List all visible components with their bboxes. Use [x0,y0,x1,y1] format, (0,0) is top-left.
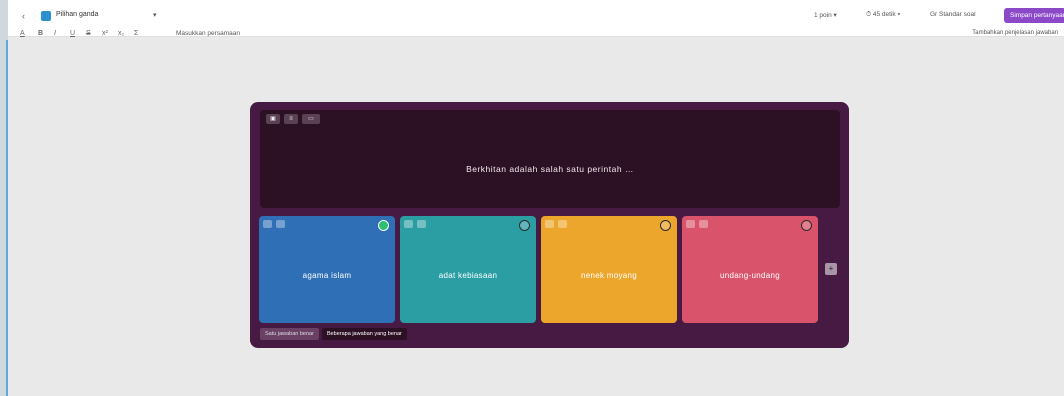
chevron-down-icon[interactable]: ▾ [153,11,157,19]
points-select[interactable]: 1 poin ▾ [814,11,837,19]
time-select[interactable]: ⏱ 45 detik ▾ [866,11,900,19]
correct-check-icon[interactable] [519,220,530,231]
answer-option-1[interactable]: agama islam [259,216,395,323]
superscript-button[interactable]: x² [102,30,108,37]
option-text[interactable]: nenek moyang [541,271,677,280]
bold-button[interactable]: B [38,30,43,37]
strikethrough-button[interactable]: S [86,30,91,37]
correct-check-icon[interactable] [801,220,812,231]
question-type-icon [41,11,51,21]
correct-check-icon[interactable] [660,220,671,231]
subscript-button[interactable]: x₂ [118,30,124,37]
italic-button[interactable]: I [54,30,56,37]
image-icon[interactable]: ▣ [266,114,280,124]
delete-icon[interactable] [263,220,272,228]
toolbar-row: ‹ Pilihan ganda ▾ 1 poin ▾ ⏱ 45 detik ▾ … [8,7,1064,27]
option-text[interactable]: adat kebiasaan [400,271,536,280]
option-text[interactable]: agama islam [259,271,395,280]
editor-toolbar: ‹ Pilihan ganda ▾ 1 poin ▾ ⏱ 45 detik ▾ … [8,0,1064,37]
back-button[interactable]: ‹ [22,11,25,21]
question-editor-panel: ▣ ≡ ▭ Berkhitan adalah salah satu perint… [250,102,849,348]
question-type-select[interactable]: Pilihan ganda [56,11,98,18]
question-tools: ▣ ≡ ▭ [266,114,320,124]
text-color-button[interactable]: A [20,30,25,37]
symbol-button[interactable]: Σ [134,30,138,37]
option-text[interactable]: undang-undang [682,271,818,280]
answer-option-2[interactable]: adat kebiasaan [400,216,536,323]
standard-button[interactable]: Gr Standar soal [930,11,976,18]
add-explanation-button[interactable]: Tambahkan penjelasan jawaban [972,30,1058,36]
question-text[interactable]: Berkhitan adalah salah satu perintah … [260,164,840,174]
question-box[interactable]: ▣ ≡ ▭ Berkhitan adalah salah satu perint… [260,110,840,208]
answer-option-4[interactable]: undang-undang [682,216,818,323]
left-accent [6,40,8,396]
single-answer-mode[interactable]: Satu jawaban benar [260,328,319,340]
delete-icon[interactable] [686,220,695,228]
image-icon[interactable] [558,220,567,228]
format-row: A B I U S x² x₂ Σ Masukkan persamaan Tam… [8,30,1064,44]
answer-mode-toggle: Satu jawaban benar Beberapa jawaban yang… [260,328,407,340]
image-icon[interactable] [276,220,285,228]
insert-equation-button[interactable]: Masukkan persamaan [176,30,240,37]
add-option-button[interactable]: + [825,263,837,275]
correct-check-icon[interactable] [378,220,389,231]
delete-icon[interactable] [404,220,413,228]
left-edge [0,0,8,396]
save-question-button[interactable]: Simpan pertanyaan [1004,8,1064,23]
image-icon[interactable] [417,220,426,228]
image-icon[interactable] [699,220,708,228]
underline-button[interactable]: U [70,30,75,37]
multiple-answer-mode[interactable]: Beberapa jawaban yang benar [321,328,407,340]
video-icon[interactable]: ▭ [302,114,320,124]
delete-icon[interactable] [545,220,554,228]
audio-icon[interactable]: ≡ [284,114,298,124]
answer-option-3[interactable]: nenek moyang [541,216,677,323]
